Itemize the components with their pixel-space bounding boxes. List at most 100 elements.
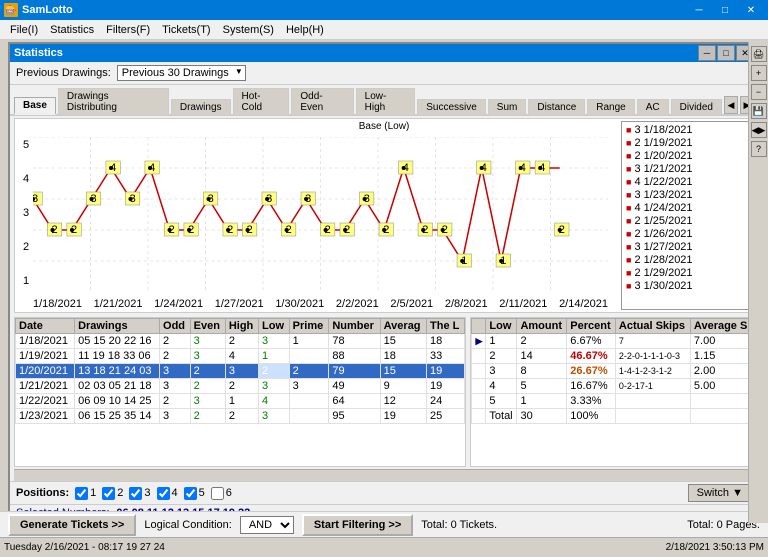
prev-drawings-bar: Previous Drawings: Previous 10 Drawings … bbox=[10, 62, 758, 85]
tab-drawings[interactable]: Drawings bbox=[171, 99, 231, 115]
table-row[interactable]: 1/20/2021 13 18 21 24 03 3 2 3 2 2 79 15… bbox=[16, 364, 465, 379]
legend-item-1: ■2 1/19/2021 bbox=[626, 137, 746, 150]
legend-item-6: ■4 1/24/2021 bbox=[626, 202, 746, 215]
generate-tickets-button[interactable]: Generate Tickets >> bbox=[8, 514, 136, 536]
col-thel: The L bbox=[427, 319, 465, 334]
x-label-7: 2/8/2021 bbox=[445, 298, 488, 310]
tab-divided[interactable]: Divided bbox=[671, 99, 722, 115]
tab-low-high[interactable]: Low-High bbox=[356, 88, 416, 115]
right-table: Low Amount Percent Actual Skips Average … bbox=[471, 318, 753, 424]
col-number: Number bbox=[329, 319, 380, 334]
tab-drawings-distributing[interactable]: Drawings Distributing bbox=[58, 88, 169, 115]
y-label-4: 4 bbox=[23, 173, 29, 185]
pos-checkbox-6[interactable] bbox=[211, 487, 224, 500]
tab-hot-cold[interactable]: Hot-Cold bbox=[233, 88, 290, 115]
pos-check-2[interactable]: 2 bbox=[102, 487, 123, 500]
pos-checkbox-5[interactable] bbox=[184, 487, 197, 500]
table-row[interactable]: 2 14 46.67% 2-2-0-1-1-1-0-3 1.15 bbox=[472, 349, 753, 364]
pos-check-1[interactable]: 1 bbox=[75, 487, 96, 500]
table-row[interactable]: ▶ 1 2 6.67% 7 7.00 bbox=[472, 334, 753, 349]
right-data-table[interactable]: Low Amount Percent Actual Skips Average … bbox=[470, 317, 754, 467]
legend-item-9: ■3 1/27/2021 bbox=[626, 241, 746, 254]
chart-svg: 3 2 2 3 4 3 4 bbox=[33, 137, 608, 292]
menu-filters[interactable]: Filters(F) bbox=[100, 22, 156, 38]
stats-window-controls: ─ □ ✕ bbox=[698, 45, 754, 61]
menu-help[interactable]: Help(H) bbox=[280, 22, 330, 38]
table-row[interactable]: 1/22/2021 06 09 10 14 25 2 3 1 4 64 12 2… bbox=[16, 394, 465, 409]
pos-check-4[interactable]: 4 bbox=[157, 487, 178, 500]
tab-odd-even[interactable]: Odd-Even bbox=[291, 88, 353, 115]
table-row[interactable]: 3 8 26.67% 1-4-1-2-3-1-2 2.00 bbox=[472, 364, 753, 379]
x-label-6: 2/5/2021 bbox=[390, 298, 433, 310]
app-titlebar: 🎰 SamLotto ─ □ ✕ bbox=[0, 0, 768, 20]
app-title: SamLotto bbox=[22, 4, 686, 16]
y-label-1: 1 bbox=[23, 275, 29, 287]
tab-range[interactable]: Range bbox=[587, 99, 634, 115]
nav-button[interactable]: ◀▶ bbox=[751, 122, 767, 138]
pos-checkbox-1[interactable] bbox=[75, 487, 88, 500]
tables-area: Date Drawings Odd Even High Low Prime Nu… bbox=[14, 317, 754, 467]
start-filtering-button[interactable]: Start Filtering >> bbox=[302, 514, 413, 536]
horizontal-scrollbar[interactable] bbox=[14, 469, 754, 481]
legend-item-3: ■3 1/21/2021 bbox=[626, 163, 746, 176]
tab-ac[interactable]: AC bbox=[637, 99, 669, 115]
minimize-button[interactable]: ─ bbox=[686, 0, 712, 20]
table-row[interactable]: 1/18/2021 05 15 20 22 16 2 3 2 3 1 78 15… bbox=[16, 334, 465, 349]
pos-check-3[interactable]: 3 bbox=[129, 487, 150, 500]
legend-item-10: ■2 1/28/2021 bbox=[626, 254, 746, 267]
menu-file[interactable]: File(I) bbox=[4, 22, 44, 38]
pos-check-6[interactable]: 6 bbox=[211, 487, 232, 500]
table-row[interactable]: 4 5 16.67% 0-2-17-1 5.00 bbox=[472, 379, 753, 394]
table-row[interactable]: 1/21/2021 02 03 05 21 18 3 2 2 3 3 49 9 … bbox=[16, 379, 465, 394]
close-button[interactable]: ✕ bbox=[738, 0, 764, 20]
table-row[interactable]: Total 30 100% bbox=[472, 409, 753, 424]
zoom-in-button[interactable]: + bbox=[751, 65, 767, 81]
tab-distance[interactable]: Distance bbox=[528, 99, 585, 115]
switch-button[interactable]: Switch ▼ bbox=[688, 484, 752, 502]
table-row[interactable]: 1/19/2021 11 19 18 33 06 2 3 4 1 88 18 3… bbox=[16, 349, 465, 364]
tab-sum[interactable]: Sum bbox=[488, 99, 527, 115]
tabs-prev-btn[interactable]: ◀ bbox=[724, 96, 738, 114]
x-label-2: 1/24/2021 bbox=[154, 298, 203, 310]
tabs-bar: Base Drawings Distributing Drawings Hot-… bbox=[10, 85, 758, 116]
menu-system[interactable]: System(S) bbox=[217, 22, 280, 38]
stats-maximize[interactable]: □ bbox=[717, 45, 735, 61]
logic-condition-select[interactable]: AND OR bbox=[240, 516, 294, 534]
menu-tickets[interactable]: Tickets(T) bbox=[156, 22, 216, 38]
pos-checkbox-4[interactable] bbox=[157, 487, 170, 500]
prev-drawings-select[interactable]: Previous 10 Drawings Previous 20 Drawing… bbox=[117, 65, 246, 81]
table-row[interactable]: 5 1 3.33% bbox=[472, 394, 753, 409]
status-right-text: 2/18/2021 3:50:13 PM bbox=[666, 542, 764, 553]
positions-label: Positions: bbox=[16, 487, 69, 499]
total-tickets-text: Total: 0 Tickets. bbox=[421, 519, 497, 531]
pos-checkbox-2[interactable] bbox=[102, 487, 115, 500]
tab-base[interactable]: Base bbox=[14, 97, 56, 115]
print-button[interactable]: 🖨 bbox=[751, 46, 767, 62]
stats-minimize[interactable]: ─ bbox=[698, 45, 716, 61]
tab-successive[interactable]: Successive bbox=[417, 99, 486, 115]
col-avg-s: Average S bbox=[690, 319, 752, 334]
bottom-toolbar: Generate Tickets >> Logical Condition: A… bbox=[0, 511, 768, 537]
legend-item-5: ■3 1/23/2021 bbox=[626, 189, 746, 202]
table-row[interactable]: 1/23/2021 06 15 25 35 14 3 2 2 3 95 19 2… bbox=[16, 409, 465, 424]
maximize-button[interactable]: □ bbox=[712, 0, 738, 20]
x-label-1: 1/21/2021 bbox=[94, 298, 143, 310]
zoom-out-button[interactable]: − bbox=[751, 84, 767, 100]
app-icon: 🎰 bbox=[4, 3, 18, 17]
col-indicator bbox=[472, 319, 486, 334]
col-amount: Amount bbox=[517, 319, 567, 334]
y-label-5: 5 bbox=[23, 139, 29, 151]
help-button[interactable]: ? bbox=[751, 141, 767, 157]
pos-checkbox-3[interactable] bbox=[129, 487, 142, 500]
chart-area: Base (Low) 5 4 3 2 1 bbox=[14, 118, 754, 313]
chart-legend: ■3 1/18/2021 ■2 1/19/2021 ■2 1/20/2021 ■… bbox=[621, 121, 751, 310]
col-percent: Percent bbox=[567, 319, 616, 334]
col-average: Averag bbox=[380, 319, 426, 334]
prev-drawings-select-wrapper: Previous 10 Drawings Previous 20 Drawing… bbox=[117, 65, 246, 81]
legend-item-4: ■4 1/22/2021 bbox=[626, 176, 746, 189]
col-low: Low bbox=[486, 319, 517, 334]
menu-statistics[interactable]: Statistics bbox=[44, 22, 100, 38]
save-button[interactable]: 💾 bbox=[751, 103, 767, 119]
pos-check-5[interactable]: 5 bbox=[184, 487, 205, 500]
left-data-table[interactable]: Date Drawings Odd Even High Low Prime Nu… bbox=[14, 317, 466, 467]
